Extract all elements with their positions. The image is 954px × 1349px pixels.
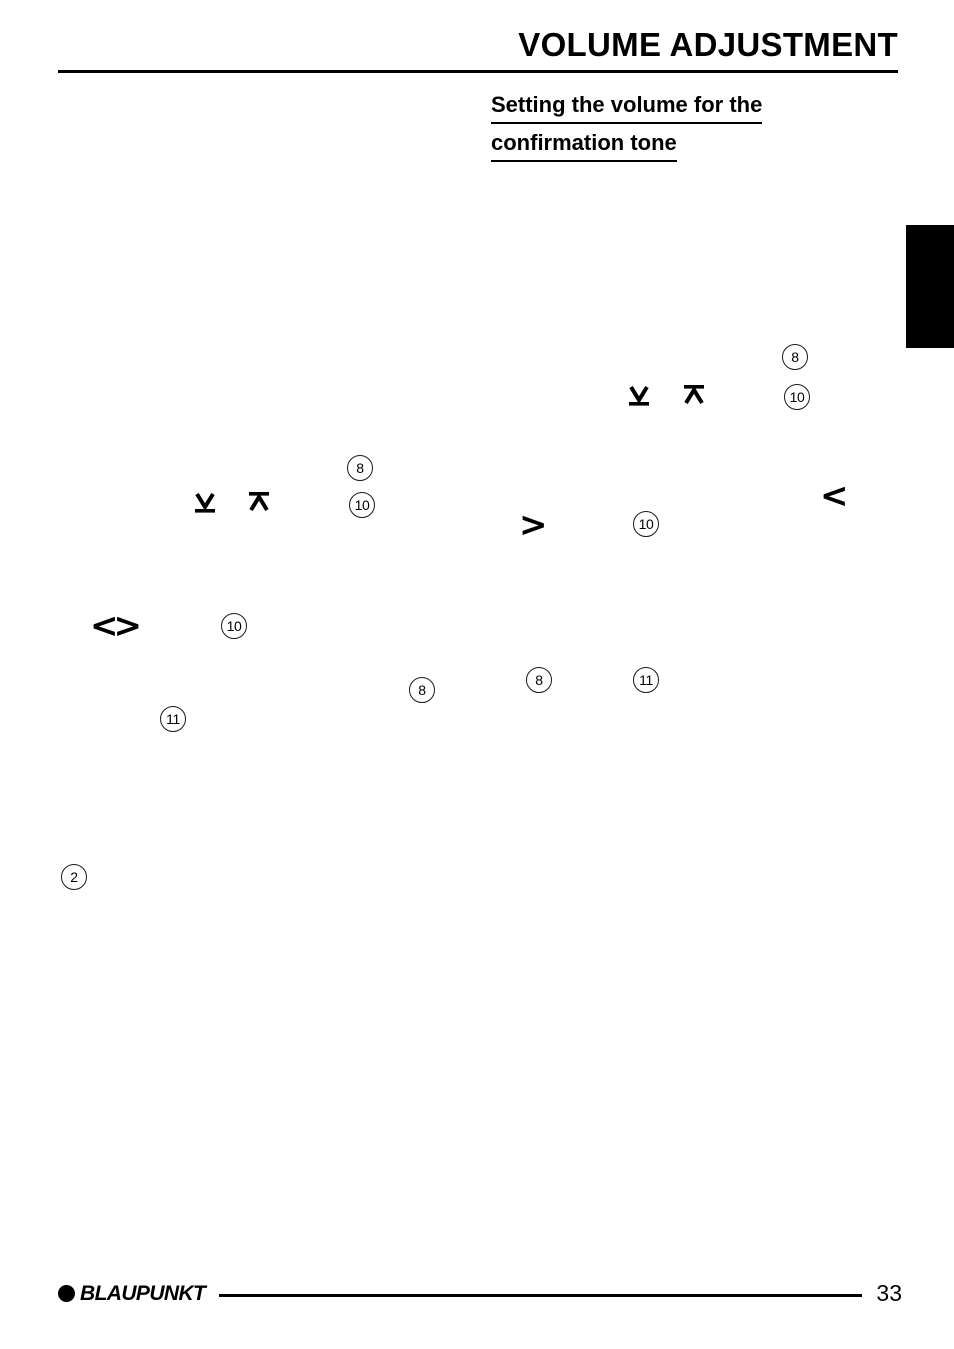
callout-marker: 11 bbox=[633, 667, 659, 693]
section-subheading: Setting the volume for the confirmation … bbox=[491, 89, 891, 165]
chevron-right-icon: > bbox=[519, 505, 547, 545]
callout-marker: 10 bbox=[349, 492, 375, 518]
up-to-line-icon bbox=[679, 380, 709, 410]
logo-dot-icon bbox=[58, 1285, 75, 1302]
callout-marker: 10 bbox=[633, 511, 659, 537]
down-to-line-icon bbox=[624, 381, 654, 411]
down-to-line-icon bbox=[190, 488, 220, 518]
page-number: 33 bbox=[876, 1280, 902, 1306]
callout-marker: 8 bbox=[782, 344, 808, 370]
chevron-pair-icon: <> bbox=[90, 606, 142, 646]
chevron-left-icon: < bbox=[820, 476, 848, 516]
callout-marker: 10 bbox=[784, 384, 810, 410]
callout-marker: 10 bbox=[221, 613, 247, 639]
callout-marker: 11 bbox=[160, 706, 186, 732]
header-divider bbox=[58, 70, 898, 73]
footer-divider bbox=[219, 1294, 862, 1297]
callout-marker: 8 bbox=[409, 677, 435, 703]
callout-marker: 8 bbox=[347, 455, 373, 481]
brand-logo: BLAUPUNKT bbox=[58, 1282, 206, 1305]
subheading-line-2: confirmation tone bbox=[491, 127, 677, 163]
chapter-index-tab bbox=[906, 225, 954, 348]
manual-page: VOLUME ADJUSTMENT Setting the volume for… bbox=[0, 0, 954, 1349]
brand-name: BLAUPUNKT bbox=[80, 1282, 206, 1305]
page-title: VOLUME ADJUSTMENT bbox=[518, 26, 898, 63]
callout-marker: 2 bbox=[61, 864, 87, 890]
subheading-line-1: Setting the volume for the bbox=[491, 89, 763, 125]
up-to-line-icon bbox=[244, 487, 274, 517]
callout-marker: 8 bbox=[526, 667, 552, 693]
